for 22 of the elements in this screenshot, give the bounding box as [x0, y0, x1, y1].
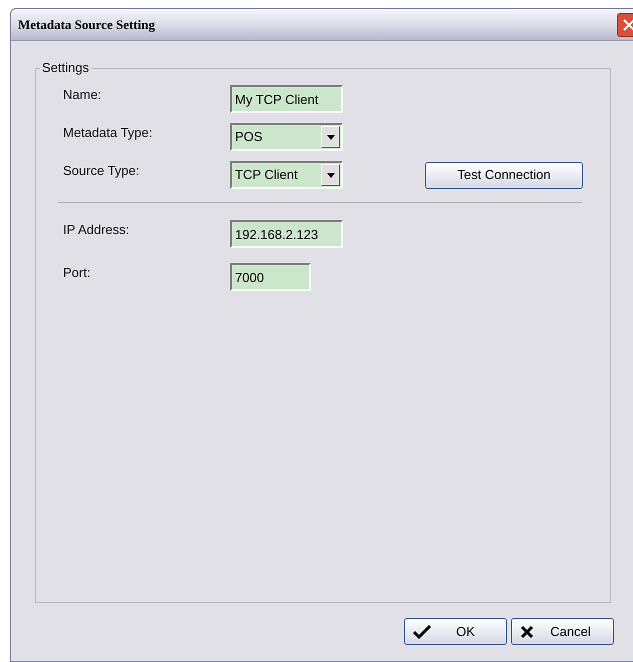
dropdown[interactable]: TCP Client — [230, 161, 343, 189]
close-icon — [623, 18, 633, 30]
cancel-button[interactable]: Cancel — [511, 618, 614, 645]
dropdown-value: POS — [235, 128, 264, 146]
input-field[interactable]: 7000 — [230, 263, 311, 291]
check-icon — [413, 624, 431, 638]
dropdown[interactable]: POS — [230, 123, 343, 151]
caret-icon — [326, 172, 334, 178]
input-field[interactable]: My TCP Client — [230, 85, 343, 113]
group-title: Settings — [40, 60, 91, 76]
window-title: Metadata Source Setting — [18, 16, 155, 34]
ok-button[interactable]: OK — [404, 618, 507, 645]
dropdown-value: TCP Client — [235, 166, 299, 184]
input-field[interactable]: 192.168.2.123 — [230, 220, 343, 248]
field-label: Metadata Type: — [63, 124, 154, 142]
field-label: IP Address: — [63, 221, 130, 240]
caret-icon — [326, 134, 334, 140]
field-label: Name: — [63, 86, 102, 104]
field-label: Port: — [63, 264, 92, 282]
field-label: Source Type: — [63, 162, 140, 180]
test-connection-button[interactable]: Test Connection — [425, 162, 583, 188]
cross-icon — [520, 624, 534, 638]
